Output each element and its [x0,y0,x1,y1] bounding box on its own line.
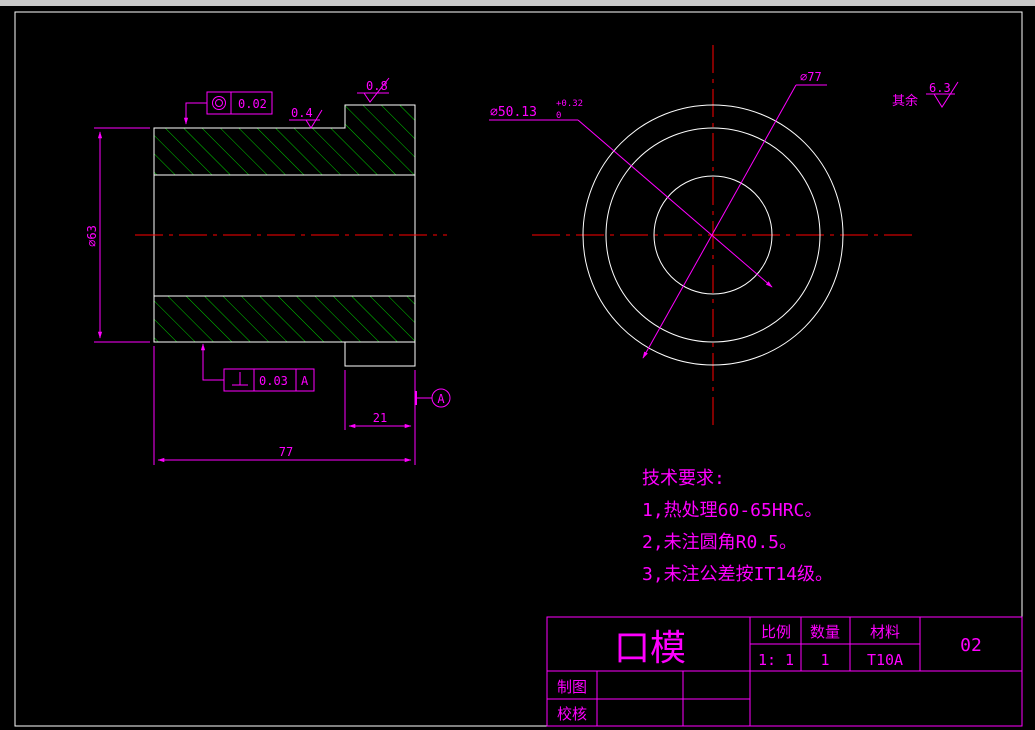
cad-drawing-canvas: ⌀63 77 21 0.8 0.4 0.02 0.03 A A ⌀50.13 +… [14,11,1023,727]
material-value: T10A [867,651,903,669]
notes-title: 技术要求: [642,468,725,489]
datum-a-symbol: A [415,388,451,408]
side-view: ⌀63 77 21 0.8 0.4 0.02 0.03 A A [85,77,451,465]
material-header: 材料 [870,623,900,641]
svg-text:0.02: 0.02 [238,97,267,111]
note-item: 3,未注公差按IT14级。 [642,564,833,585]
roughness-symbol-0.8: 0.8 [357,77,390,103]
svg-text:0.8: 0.8 [366,79,388,93]
len77-label: 77 [279,445,293,459]
step21-label: 21 [373,411,387,425]
svg-text:0.03: 0.03 [259,374,288,388]
part-name: 口模 [614,628,686,669]
svg-text:0.4: 0.4 [291,106,313,120]
quantity-value: 1 [820,651,829,669]
concentricity-tolerance-frame: 0.02 [183,91,273,125]
checked-by-label: 校核 [557,705,587,723]
svg-text:0: 0 [556,111,561,121]
svg-text:6.3: 6.3 [929,81,951,95]
roughness-symbol-0.4: 0.4 [289,106,323,129]
svg-text:其余: 其余 [892,93,918,109]
drawing-number: 02 [960,635,982,656]
svg-text:A: A [437,392,445,406]
scale-header: 比例 [761,623,791,641]
technical-notes: 技术要求: 1,热处理60-65HRC。 2,未注圆角R0.5。 3,未注公差按… [642,468,833,585]
bore-dimension-label: ⌀50.13 [490,105,537,120]
dia63-label: ⌀63 [85,225,99,247]
rest-roughness-note: 其余 6.3 [892,81,959,109]
note-item: 2,未注圆角R0.5。 [642,532,797,553]
title-block: 口模 比例 数量 材料 1: 1 1 T10A 02 制图 校核 [546,616,1023,727]
outer-dimension-label: ⌀77 [800,70,822,84]
outer-dimension-leader [642,84,797,359]
end-view: ⌀50.13 +0.32 0 ⌀77 其余 6.3 [489,45,959,430]
perpendicular-icon [232,372,248,386]
svg-text:A: A [301,374,309,388]
quantity-header: 数量 [810,623,840,641]
perpendicularity-tolerance-frame: 0.03 A [200,343,315,392]
lower-wall-hatch [154,296,415,342]
upper-wall-hatch [154,105,415,175]
note-item: 1,热处理60-65HRC。 [642,500,822,521]
concentricity-icon [212,96,226,110]
svg-text:+0.32: +0.32 [556,99,583,109]
drawn-by-label: 制图 [557,678,587,696]
scale-value: 1: 1 [758,651,794,669]
bore-dimension-leader [577,119,773,288]
